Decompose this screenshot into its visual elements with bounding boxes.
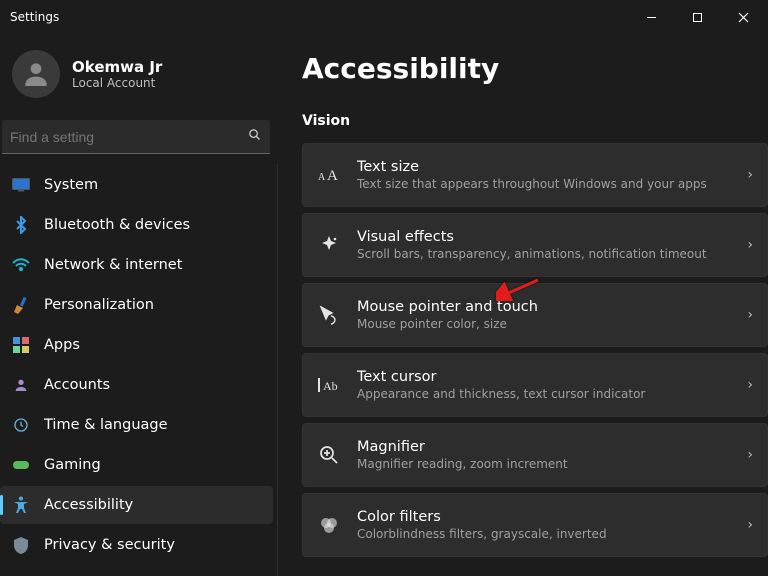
color-filters-icon	[317, 515, 341, 535]
card-sub: Appearance and thickness, text cursor in…	[357, 387, 731, 401]
system-icon	[12, 176, 30, 194]
bluetooth-icon	[12, 216, 30, 234]
card-text-cursor[interactable]: Ab Text cursor Appearance and thickness,…	[302, 353, 768, 417]
card-sub: Magnifier reading, zoom increment	[357, 457, 731, 471]
sparkle-icon	[317, 235, 341, 255]
card-sub: Colorblindness filters, grayscale, inver…	[357, 527, 731, 541]
search-box[interactable]	[2, 120, 270, 154]
card-sub: Scroll bars, transparency, animations, n…	[357, 247, 731, 261]
card-visual-effects[interactable]: Visual effects Scroll bars, transparency…	[302, 213, 768, 277]
minimize-button[interactable]	[628, 0, 674, 34]
title-bar: Settings	[0, 0, 768, 34]
card-sub: Mouse pointer color, size	[357, 317, 731, 331]
close-button[interactable]	[720, 0, 766, 34]
nav-apps[interactable]: Apps	[0, 326, 273, 364]
search-input[interactable]	[10, 129, 247, 145]
chevron-right-icon: ›	[747, 447, 753, 463]
card-list: AA Text size Text size that appears thro…	[302, 143, 768, 557]
nav-label: Apps	[44, 337, 80, 353]
nav-system[interactable]: System	[0, 166, 273, 204]
avatar	[12, 50, 60, 98]
pointer-icon	[317, 305, 341, 325]
nav-label: System	[44, 177, 98, 193]
card-title: Text cursor	[357, 369, 731, 385]
user-block[interactable]: Okemwa Jr Local Account	[0, 40, 278, 108]
card-title: Magnifier	[357, 439, 731, 455]
user-role: Local Account	[72, 76, 162, 90]
nav-privacy[interactable]: Privacy & security	[0, 526, 273, 564]
magnifier-icon	[317, 445, 341, 465]
card-color-filters[interactable]: Color filters Colorblindness filters, gr…	[302, 493, 768, 557]
chevron-right-icon: ›	[747, 517, 753, 533]
search-icon	[247, 127, 262, 146]
chevron-right-icon: ›	[747, 307, 753, 323]
nav-personalization[interactable]: Personalization	[0, 286, 273, 324]
annotation-arrow	[496, 277, 540, 305]
chevron-right-icon: ›	[747, 377, 753, 393]
card-text-size[interactable]: AA Text size Text size that appears thro…	[302, 143, 768, 207]
brush-icon	[12, 296, 30, 314]
chevron-right-icon: ›	[747, 167, 753, 183]
apps-icon	[12, 336, 30, 354]
section-vision: Vision	[302, 113, 768, 129]
chevron-right-icon: ›	[747, 237, 753, 253]
accessibility-icon	[12, 496, 30, 514]
nav-accessibility[interactable]: Accessibility	[0, 486, 273, 524]
nav-label: Accounts	[44, 377, 110, 393]
svg-text:Ab: Ab	[323, 379, 338, 393]
gaming-icon	[12, 456, 30, 474]
nav-label: Accessibility	[44, 497, 133, 513]
nav-label: Time & language	[44, 417, 168, 433]
main-content: Accessibility Vision AA Text size Text s…	[278, 34, 768, 576]
page-title: Accessibility	[302, 52, 768, 85]
nav-network[interactable]: Network & internet	[0, 246, 273, 284]
card-title: Mouse pointer and touch	[357, 299, 731, 315]
window-title: Settings	[10, 10, 59, 24]
nav-bluetooth[interactable]: Bluetooth & devices	[0, 206, 273, 244]
card-title: Visual effects	[357, 229, 731, 245]
user-name: Okemwa Jr	[72, 58, 162, 76]
sidebar: Okemwa Jr Local Account System Bluetooth…	[0, 34, 278, 576]
nav-gaming[interactable]: Gaming	[0, 446, 273, 484]
accounts-icon	[12, 376, 30, 394]
svg-text:A: A	[327, 168, 338, 184]
clock-icon	[12, 416, 30, 434]
card-magnifier[interactable]: Magnifier Magnifier reading, zoom increm…	[302, 423, 768, 487]
nav-label: Network & internet	[44, 257, 182, 273]
nav-time[interactable]: Time & language	[0, 406, 273, 444]
maximize-button[interactable]	[674, 0, 720, 34]
nav-list: System Bluetooth & devices Network & int…	[0, 164, 278, 576]
card-title: Text size	[357, 159, 731, 175]
wifi-icon	[12, 256, 30, 274]
nav-label: Privacy & security	[44, 537, 175, 553]
text-cursor-icon: Ab	[317, 377, 341, 393]
shield-icon	[12, 536, 30, 554]
card-title: Color filters	[357, 509, 731, 525]
card-sub: Text size that appears throughout Window…	[357, 177, 731, 191]
nav-label: Bluetooth & devices	[44, 217, 190, 233]
svg-text:A: A	[318, 172, 326, 183]
text-size-icon: AA	[317, 166, 341, 184]
nav-accounts[interactable]: Accounts	[0, 366, 273, 404]
nav-label: Gaming	[44, 457, 101, 473]
nav-label: Personalization	[44, 297, 154, 313]
